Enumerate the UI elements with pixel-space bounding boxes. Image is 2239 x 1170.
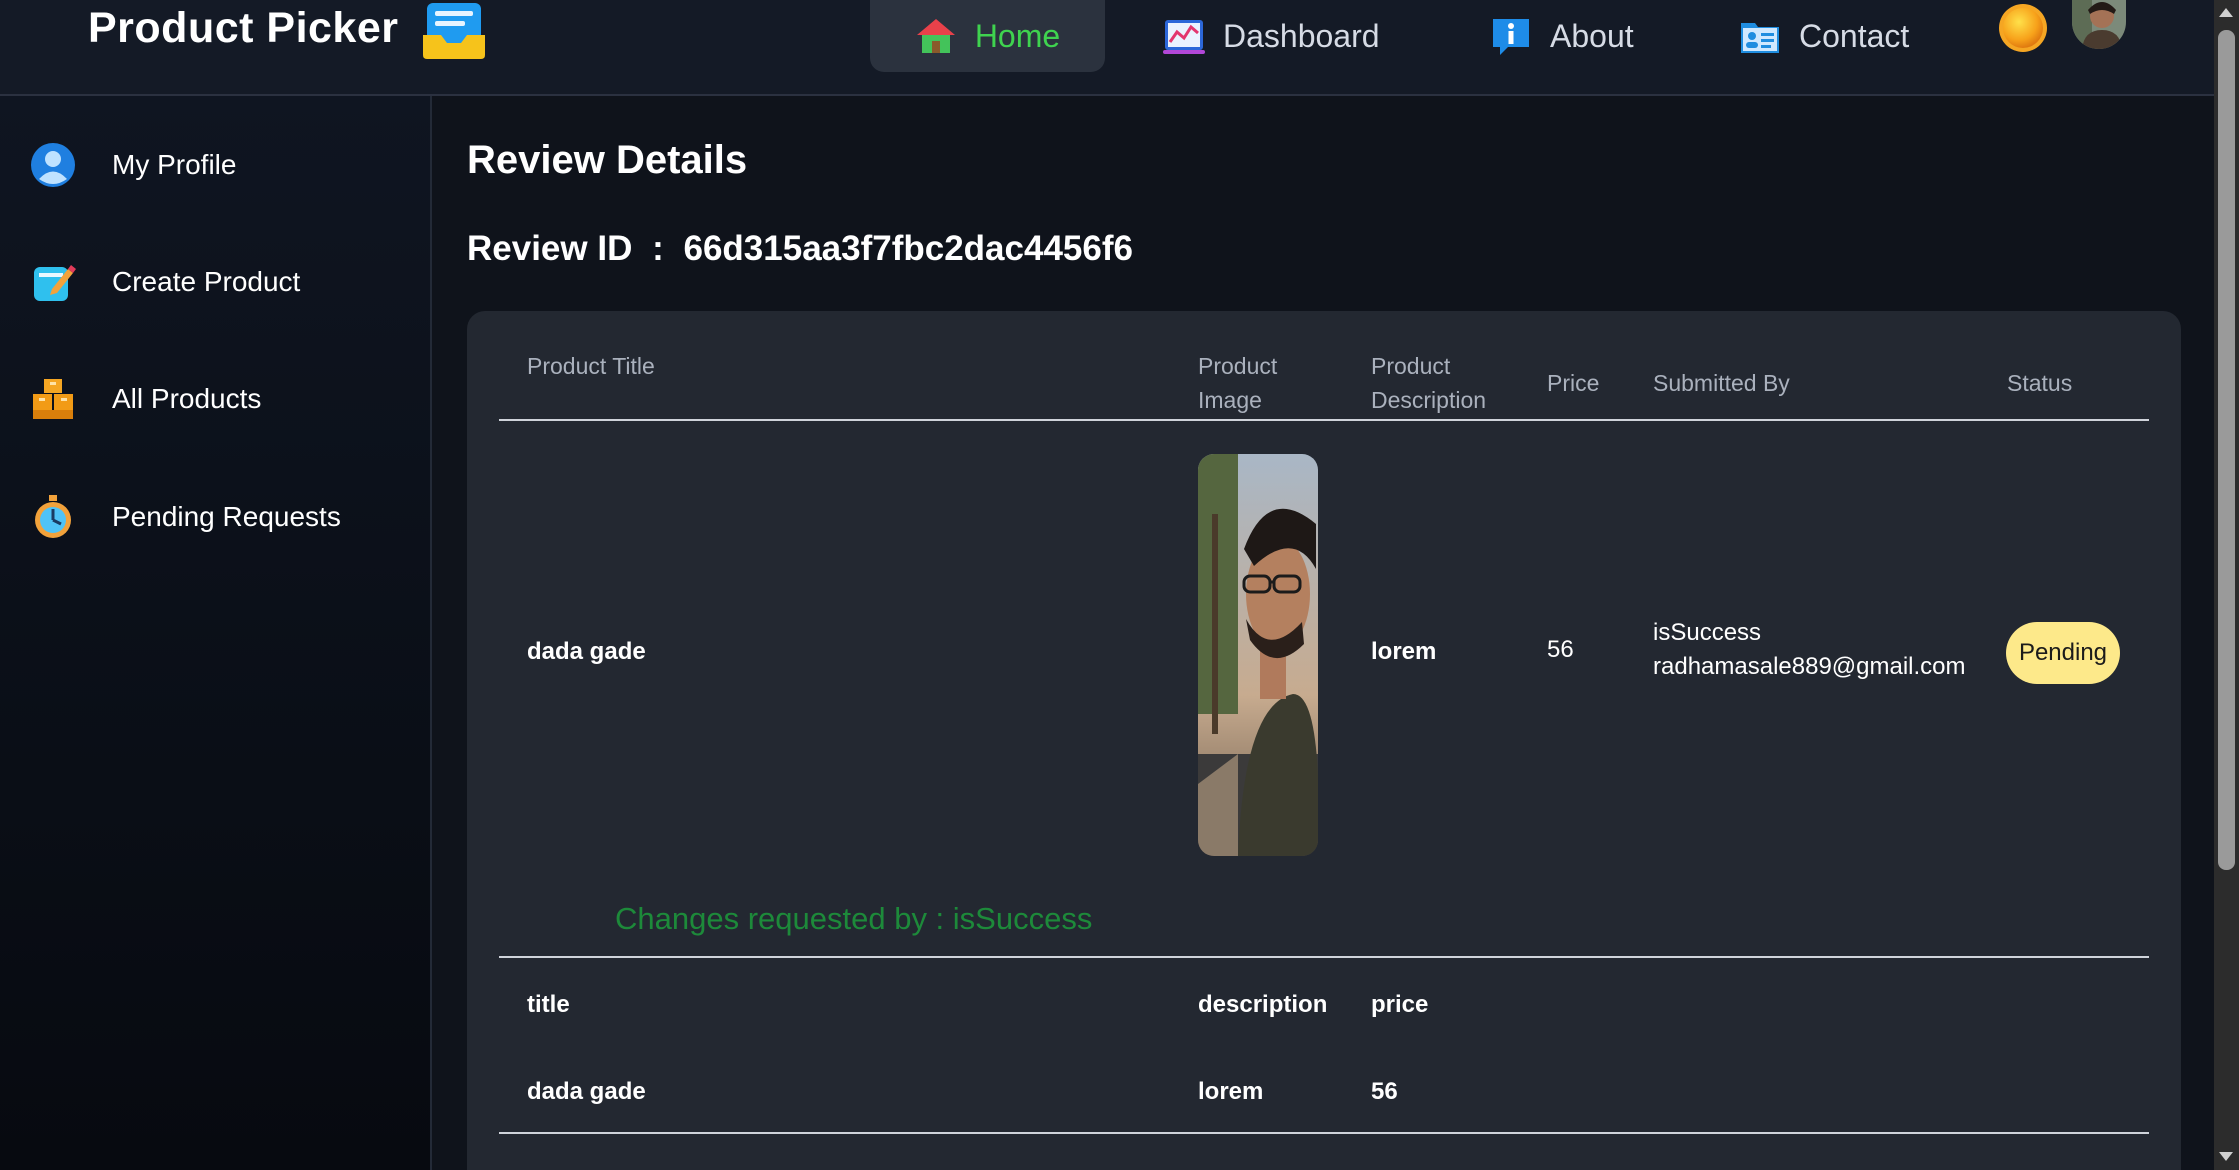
cell-product-title: dada gade <box>527 638 646 665</box>
col-header-product-image: Product Image <box>1198 349 1277 417</box>
brand-title: Product Picker <box>88 3 399 52</box>
cell-price: 56 <box>1547 636 1574 663</box>
changes-value-price: 56 <box>1371 1078 1398 1105</box>
app-root: Product Picker Home Dashboard About Cont… <box>0 0 2239 1170</box>
sidebar: My Profile Create Product All Products P… <box>0 96 432 1170</box>
col-header-line: Product <box>1371 353 1451 379</box>
user-avatar-image <box>2072 0 2126 49</box>
review-card: Product Title Product Image Product Desc… <box>467 311 2181 1170</box>
table-header-divider <box>499 419 2149 421</box>
sidebar-item-pending-requests[interactable]: Pending Requests <box>30 489 341 545</box>
col-header-price: Price <box>1547 370 1600 396</box>
changes-header-price: price <box>1371 991 1429 1018</box>
sidebar-item-label: All Products <box>112 383 262 414</box>
stopwatch-icon <box>35 495 71 538</box>
status-badge: Pending <box>2006 622 2120 684</box>
review-id-separator: : <box>652 229 664 268</box>
nav-home-label: Home <box>974 17 1061 54</box>
review-id: Review ID : 66d315aa3f7fbc2dac4456f6 <box>467 229 1133 269</box>
changes-requested-label: Changes requested by : isSuccess <box>615 901 1093 936</box>
submitted-by-email: radhamasale889@gmail.com <box>1653 653 1966 680</box>
scroll-down-arrow-icon[interactable] <box>2219 1152 2233 1161</box>
top-navbar: Product Picker Home Dashboard About Cont… <box>0 0 2214 96</box>
page-title: Review Details <box>467 138 748 182</box>
sidebar-item-all-products[interactable]: All Products <box>30 371 261 427</box>
nav-about[interactable]: About <box>1490 0 1634 72</box>
col-header-submitted-by: Submitted By <box>1653 370 1790 396</box>
sidebar-item-my-profile[interactable]: My Profile <box>30 137 236 193</box>
inbox-tray-icon <box>422 3 485 59</box>
changes-divider <box>499 956 2149 958</box>
nav-contact-label: Contact <box>1799 17 1910 54</box>
house-icon <box>916 19 955 53</box>
line-chart-icon <box>1163 20 1205 54</box>
changes-value-description: lorem <box>1198 1078 1264 1105</box>
col-header-status: Status <box>2007 370 2073 396</box>
product-image <box>1198 454 1318 856</box>
nav-about-label: About <box>1550 17 1634 54</box>
col-header-product-description: Product Description <box>1371 349 1486 417</box>
nav-dashboard-label: Dashboard <box>1223 17 1380 54</box>
sidebar-item-label: My Profile <box>112 149 237 180</box>
sidebar-item-label: Create Product <box>112 266 301 297</box>
changes-header-description: description <box>1198 991 1328 1018</box>
review-id-value: 66d315aa3f7fbc2dac4456f6 <box>683 229 1133 268</box>
main-content: Review Details Review ID : 66d315aa3f7fb… <box>434 96 2214 1170</box>
edit-note-icon <box>34 265 76 301</box>
contact-card-icon <box>1741 23 1779 53</box>
brand[interactable]: Product Picker <box>88 0 487 59</box>
page-scrollbar[interactable] <box>2214 0 2239 1170</box>
cell-submitted-by: isSuccess radhamasale889@gmail.com <box>1653 616 1966 684</box>
info-icon <box>1493 19 1529 55</box>
sidebar-item-create-product[interactable]: Create Product <box>30 254 300 310</box>
product-photo <box>1198 454 1318 856</box>
sidebar-item-label: Pending Requests <box>112 501 341 532</box>
avatar[interactable] <box>2072 0 2126 49</box>
col-header-product-title: Product Title <box>527 353 655 379</box>
cell-product-description: lorem <box>1371 638 1437 665</box>
user-icon <box>31 143 75 187</box>
nav-dashboard[interactable]: Dashboard <box>1163 0 1380 72</box>
scroll-thumb[interactable] <box>2218 30 2235 870</box>
changes-value-title: dada gade <box>527 1078 646 1105</box>
sun-icon[interactable] <box>1998 3 2048 53</box>
changes-bottom-divider <box>499 1132 2149 1134</box>
submitted-by-name: isSuccess <box>1653 619 1762 646</box>
review-id-label: Review ID <box>467 229 633 268</box>
col-header-line: Image <box>1198 387 1262 413</box>
nav-contact[interactable]: Contact <box>1739 0 1909 72</box>
boxes-icon <box>33 379 73 419</box>
nav-home[interactable]: Home <box>870 0 1105 72</box>
col-header-line: Product <box>1198 353 1278 379</box>
changes-header-title: title <box>527 991 570 1018</box>
scroll-up-arrow-icon[interactable] <box>2219 8 2233 17</box>
col-header-line: Description <box>1371 387 1487 413</box>
